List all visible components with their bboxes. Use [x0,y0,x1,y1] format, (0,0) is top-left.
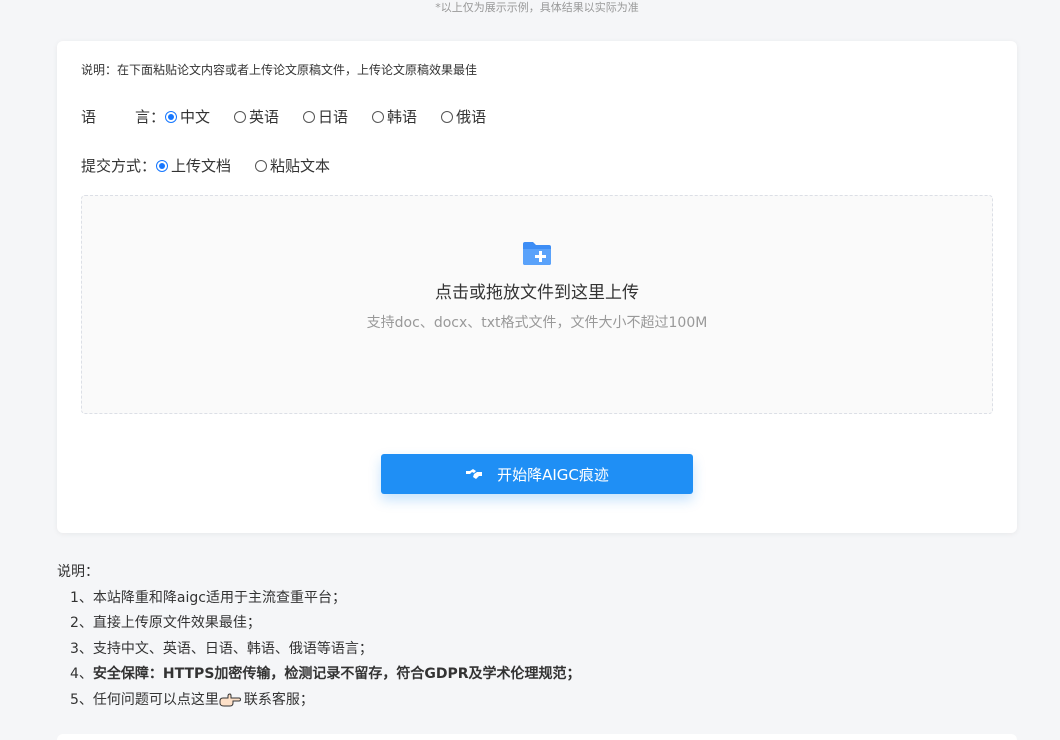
form-hint: 说明：在下面粘贴论文内容或者上传论文原稿文件，上传论文原稿效果最佳 [81,63,478,77]
bottom-card [57,734,1017,740]
submit-mode-label: 提交方式： [81,157,157,175]
radio-icon[interactable] [441,110,454,123]
list-item: 1、本站降重和降aigc适用于主流查重平台； [70,589,346,606]
radio-selected-icon[interactable] [165,110,177,123]
radio-icon[interactable] [372,110,385,123]
radio-icon[interactable] [303,110,316,123]
list-item: 5、任何问题可以点这里 联系客服； [57,688,581,714]
upload-form-card: 说明：在下面粘贴论文内容或者上传论文原稿文件，上传论文原稿效果最佳 语 言： 中… [57,41,1017,533]
language-label: 语 言： [81,108,165,126]
radio-icon[interactable] [255,159,268,172]
radio-language-en[interactable]: 英语 [234,106,279,127]
security-note: 安全保障：HTTPS加密传输，检测记录不留存，符合GDPR及学术伦理规范； [92,666,581,682]
radio-language-ja[interactable]: 日语 [303,106,348,127]
list-item: 3、支持中文、英语、日语、韩语、俄语等语言； [70,640,373,657]
notes-heading: 说明： [57,564,99,580]
start-reduce-aigc-button[interactable]: 开始降AIGC痕迹 [381,454,693,494]
upload-title: 点击或拖放文件到这里上传 [435,283,639,303]
submit-mode-row: 提交方式： 上传文档 粘贴文本 [81,155,354,176]
radio-upload-document[interactable]: 上传文档 [156,155,231,176]
start-button-label: 开始降AIGC痕迹 [497,465,609,484]
disclaimer-note: *以上仅为展示示例，具体结果以实际为准 [435,1,639,14]
notes-section: 说明： 1、本站降重和降aigc适用于主流查重平台； 2、直接上传原文件效果最佳… [57,560,581,713]
file-upload-dropzone[interactable]: 点击或拖放文件到这里上传 支持doc、docx、txt格式文件，文件大小不超过1… [81,195,993,414]
language-row: 语 言： 中文 英语 日语 韩语 俄语 [81,106,510,127]
radio-selected-icon[interactable] [156,159,169,172]
handshake-icon [466,469,483,479]
radio-language-zh[interactable]: 中文 [165,106,210,127]
list-item: 4、 安全保障：HTTPS加密传输，检测记录不留存，符合GDPR及学术伦理规范； [57,662,581,688]
pointing-hand-icon [219,693,241,707]
upload-subtitle: 支持doc、docx、txt格式文件，文件大小不超过100M [366,315,708,331]
radio-icon[interactable] [234,110,247,123]
contact-support-link[interactable]: 联系客服； [244,688,314,714]
radio-paste-text[interactable]: 粘贴文本 [255,155,330,176]
radio-language-ko[interactable]: 韩语 [372,106,417,127]
folder-plus-icon [523,242,551,265]
radio-language-ru[interactable]: 俄语 [441,106,486,127]
list-item: 2、直接上传原文件效果最佳； [70,615,261,631]
